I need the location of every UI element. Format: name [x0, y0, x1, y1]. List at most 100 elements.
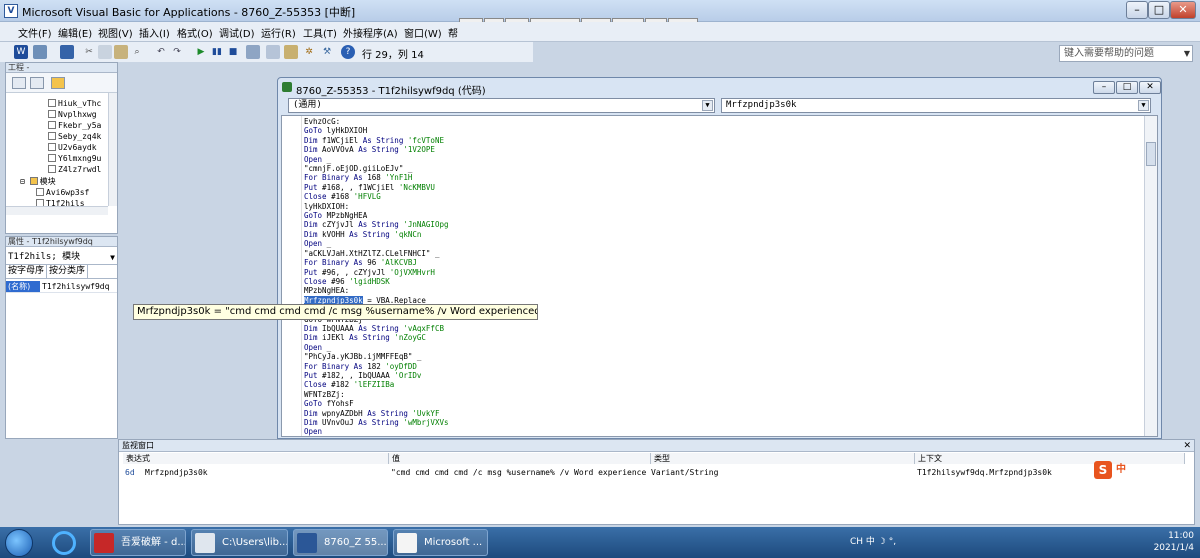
- menu-help[interactable]: 帮: [448, 25, 458, 40]
- menu-file[interactable]: 文件(F): [18, 25, 52, 40]
- code-line[interactable]: WFNTzBZj:: [304, 390, 512, 399]
- start-button[interactable]: [5, 529, 33, 557]
- code-line[interactable]: Put #182, , IbQUAAA 'OrIDv: [304, 371, 512, 380]
- object-combo[interactable]: (通用) ▼: [288, 98, 715, 113]
- reset-icon[interactable]: ■: [226, 45, 240, 59]
- menu-format[interactable]: 格式(O): [177, 25, 213, 40]
- help-search-input[interactable]: 键入需要帮助的问题 ▼: [1059, 45, 1193, 62]
- copy-icon[interactable]: [98, 45, 112, 59]
- project-explorer-icon[interactable]: [266, 45, 280, 59]
- view-object-icon[interactable]: [30, 77, 44, 89]
- ime-indicator[interactable]: S 中: [1094, 461, 1134, 479]
- maximize-button[interactable]: □: [1148, 1, 1170, 19]
- code-line[interactable]: GoTo lyHkDXIOH: [304, 126, 512, 135]
- chevron-down-icon[interactable]: ▼: [1184, 46, 1190, 61]
- code-line[interactable]: GoTo fYohsF: [304, 399, 512, 408]
- menu-tools[interactable]: 工具(T): [303, 25, 337, 40]
- tree-vertical-scrollbar[interactable]: [108, 93, 117, 206]
- tree-item[interactable]: Hiuk_vThc: [48, 98, 101, 109]
- code-line[interactable]: Dim kVOHH As String 'qkNCn: [304, 230, 512, 239]
- code-editor[interactable]: EvhzOcG: GoTo lyHkDXIOH Dim f1WCjiEl As St…: [281, 115, 1158, 437]
- tree-item[interactable]: Seby_zq4k: [48, 131, 101, 142]
- col-value[interactable]: 值: [389, 453, 651, 464]
- chevron-down-icon[interactable]: ▼: [110, 251, 115, 264]
- tab-categorized[interactable]: 按分类序: [47, 265, 89, 278]
- properties-icon[interactable]: [284, 45, 298, 59]
- expand-icon[interactable]: ⊟: [20, 177, 30, 186]
- break-icon[interactable]: ▮▮: [210, 45, 224, 59]
- ime-mode[interactable]: 中: [1112, 461, 1130, 479]
- tree-item[interactable]: Fkebr_y5a: [48, 120, 101, 131]
- tree-item[interactable]: Y6lmxng9u: [48, 153, 101, 164]
- code-line[interactable]: "PhCyJa.yKJBb.ijMMFFEqB" _: [304, 352, 512, 361]
- watch-value[interactable]: "cmd cmd cmd cmd /c msg %username% /v Wo…: [391, 467, 649, 478]
- view-code-icon[interactable]: [12, 77, 26, 89]
- code-vertical-scrollbar[interactable]: [1144, 116, 1157, 436]
- code-line[interactable]: MPzbNgHEA:: [304, 286, 512, 295]
- code-line[interactable]: Put #168, , f1WCjiEl 'NcKMBVU: [304, 183, 512, 192]
- code-maximize-button[interactable]: □: [1116, 81, 1138, 94]
- tab-alphabetic[interactable]: 按字母序: [6, 265, 48, 278]
- redo-icon[interactable]: ↷: [170, 45, 184, 59]
- toggle-folders-icon[interactable]: [51, 77, 65, 89]
- property-value[interactable]: T1f2hilsywf9dq: [40, 281, 109, 292]
- tree-item[interactable]: Nvplhxwg: [48, 109, 97, 120]
- code-line[interactable]: Close #96 'lgidHDSK: [304, 277, 512, 286]
- code-line[interactable]: "cmnjF.oEjOD.giiLoEJv" _: [304, 164, 512, 173]
- toolbox-icon[interactable]: ⚒: [320, 45, 334, 59]
- chevron-down-icon[interactable]: ▼: [1138, 100, 1149, 111]
- code-line[interactable]: EvhzOcG:: [304, 117, 512, 126]
- code-line[interactable]: Close #168 'HFVLG: [304, 192, 512, 201]
- code-line[interactable]: Close #182 'lEFZIIBa: [304, 380, 512, 389]
- code-line[interactable]: GoTo MPzbNgHEA: [304, 211, 512, 220]
- code-line[interactable]: Open _: [304, 155, 512, 164]
- taskbar-item-vba[interactable]: 8760_Z 55...: [293, 529, 388, 556]
- menu-view[interactable]: 视图(V): [98, 25, 133, 40]
- cut-icon[interactable]: ✂: [82, 45, 96, 59]
- word-view-icon[interactable]: W: [14, 45, 28, 59]
- paste-icon[interactable]: [114, 45, 128, 59]
- code-line[interactable]: Open _: [304, 239, 512, 248]
- code-line[interactable]: Put #96, , cZYjvJl 'OjVXMHvrH: [304, 268, 512, 277]
- find-icon[interactable]: ⌕: [130, 45, 144, 59]
- tree-horizontal-scrollbar[interactable]: [6, 206, 108, 215]
- menu-insert[interactable]: 插入(I): [139, 25, 170, 40]
- taskbar-item-forum[interactable]: 吾爱破解 - d...: [90, 529, 186, 556]
- code-line[interactable]: Open _: [304, 343, 512, 352]
- browser-icon[interactable]: [52, 531, 76, 555]
- close-icon[interactable]: ✕: [1183, 440, 1191, 452]
- code-line[interactable]: For Binary As 168 'YnF1H: [304, 173, 512, 182]
- menu-run[interactable]: 运行(R): [261, 25, 296, 40]
- taskbar-item-explorer[interactable]: C:\Users\lib...: [191, 529, 288, 556]
- tree-item[interactable]: Avi6wp3sf: [36, 187, 89, 198]
- insert-module-icon[interactable]: [33, 45, 47, 59]
- undo-icon[interactable]: ↶: [154, 45, 168, 59]
- run-icon[interactable]: ▶: [194, 45, 208, 59]
- tray-indicators[interactable]: CH 中 ☽ °,: [850, 537, 896, 547]
- code-line[interactable]: Open: [304, 427, 512, 436]
- tree-item[interactable]: Z4lz7rwdl: [48, 164, 101, 175]
- taskbar-item-word[interactable]: Microsoft ...: [393, 529, 488, 556]
- design-mode-icon[interactable]: [246, 45, 260, 59]
- code-line[interactable]: Dim iJEKl As String 'nZoyGC: [304, 333, 512, 342]
- menu-edit[interactable]: 编辑(E): [58, 25, 92, 40]
- code-line[interactable]: Dim f1WCjiEl As String 'fcVToNE: [304, 136, 512, 145]
- code-close-button[interactable]: ✕: [1139, 81, 1161, 94]
- object-select[interactable]: T1f2hils; 模块 ▼: [6, 251, 117, 265]
- menu-debug[interactable]: 调试(D): [219, 25, 255, 40]
- chevron-down-icon[interactable]: ▼: [702, 100, 713, 111]
- code-minimize-button[interactable]: –: [1093, 81, 1115, 94]
- code-line[interactable]: Dim AoVVOvA As String '1V2OPE: [304, 145, 512, 154]
- scrollbar-thumb[interactable]: [1146, 142, 1156, 166]
- code-line[interactable]: lyHkDXIOH:: [304, 202, 512, 211]
- code-line[interactable]: For Binary As 182 'oyDfDD: [304, 362, 512, 371]
- code-line[interactable]: Dim IbQUAAA As String 'vAqxFfCB: [304, 324, 512, 333]
- object-browser-icon[interactable]: ✲: [302, 45, 316, 59]
- watch-expression[interactable]: Mrfzpndjp3s0k: [145, 467, 385, 478]
- col-type[interactable]: 类型: [651, 453, 915, 464]
- clock[interactable]: 11:00 2021/1/4: [1130, 530, 1194, 554]
- tree-item[interactable]: U2v6aydk: [48, 142, 97, 153]
- tree-folder-modules[interactable]: ⊟ 模块: [20, 176, 56, 187]
- code-line[interactable]: "aCKLVJaH.XtHZlTZ.CLelFNHCI" _: [304, 249, 512, 258]
- code-line[interactable]: Dim cZYjvJl As String 'JnNAGIOpg: [304, 220, 512, 229]
